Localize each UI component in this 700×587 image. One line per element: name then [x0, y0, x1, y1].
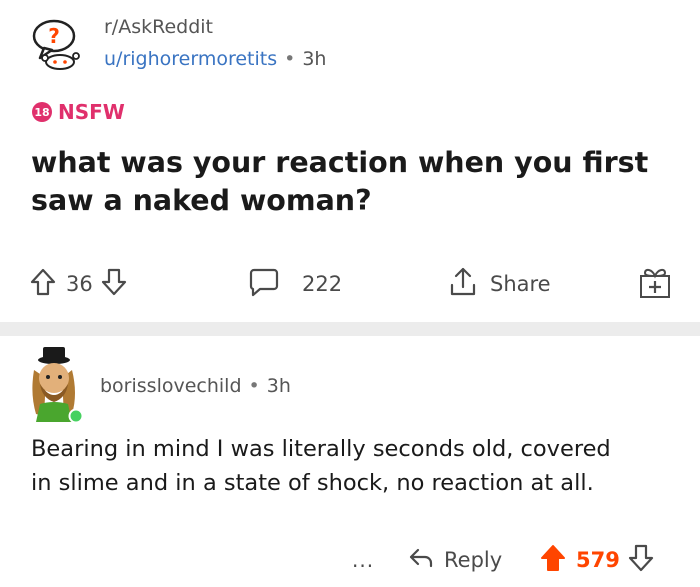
section-divider: [0, 322, 700, 336]
upvoted-icon[interactable]: [540, 544, 566, 577]
subreddit-icon[interactable]: ?: [30, 18, 84, 72]
svg-text:?: ?: [48, 24, 60, 48]
award-icon: [638, 264, 672, 305]
post-vote-control: 36: [30, 262, 127, 306]
comment-score: 579: [576, 548, 620, 572]
comment-time: 3h: [266, 375, 291, 397]
post-author-link[interactable]: u/righorermoretits: [104, 48, 277, 70]
comment-count: 222: [302, 272, 343, 296]
share-icon: [448, 266, 478, 303]
reply-button[interactable]: Reply: [408, 540, 502, 580]
nsfw-badge-icon: 18: [32, 102, 52, 122]
downvote-icon[interactable]: [628, 544, 654, 577]
post-card: ? r/AskReddit u/righorermoretits • 3h 18 N…: [0, 0, 700, 322]
downvote-icon[interactable]: [101, 268, 127, 301]
comment-card: borisslovechild • 3h Bearing in mind I was…: [0, 336, 700, 587]
share-button[interactable]: Share: [448, 262, 551, 306]
comment-vote-control: 579: [540, 540, 654, 580]
comments-button[interactable]: 222: [248, 262, 342, 306]
reply-label: Reply: [444, 548, 503, 572]
comment-author[interactable]: borisslovechild: [100, 375, 242, 397]
meta-separator: •: [248, 375, 260, 397]
reply-icon: [408, 546, 434, 575]
post-vote-count: 36: [66, 272, 93, 296]
subreddit-name[interactable]: r/AskReddit: [104, 16, 213, 38]
post-title[interactable]: what was your reaction when you first sa…: [31, 144, 671, 220]
comment-body: Bearing in mind I was literally seconds …: [31, 436, 611, 496]
award-button[interactable]: [638, 262, 672, 306]
meta-separator: •: [284, 48, 296, 70]
more-options-button[interactable]: ...: [352, 540, 374, 580]
nsfw-label: NSFW: [58, 100, 125, 124]
upvote-icon[interactable]: [30, 268, 56, 301]
nsfw-tag: 18 NSFW: [32, 100, 125, 124]
comment-meta: borisslovechild • 3h: [100, 375, 291, 397]
post-meta: u/righorermoretits • 3h: [104, 48, 326, 70]
post-time: 3h: [302, 48, 327, 70]
share-label: Share: [490, 272, 551, 296]
avatar[interactable]: [20, 344, 90, 424]
comment-icon: [248, 267, 280, 302]
